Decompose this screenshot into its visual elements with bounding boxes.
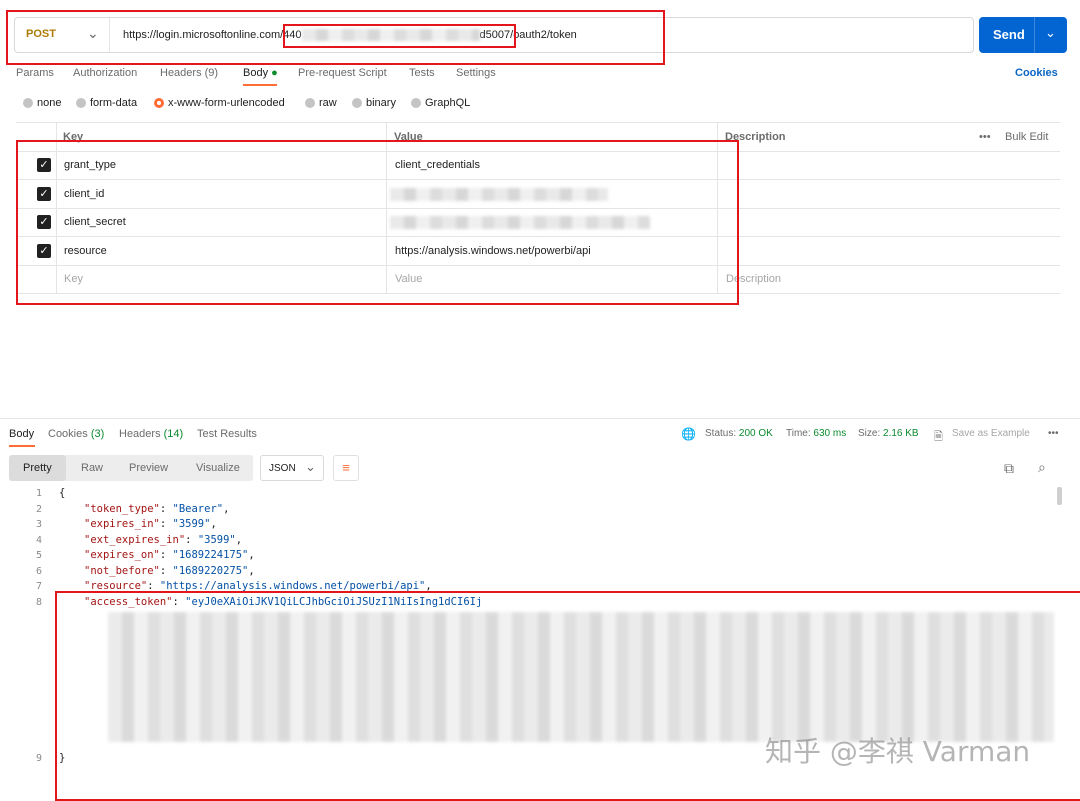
radio-raw-label: raw <box>319 97 337 109</box>
save-as-example-button[interactable]: Save as Example <box>952 428 1030 439</box>
line-number: 3 <box>35 519 42 530</box>
code-line: "ext_expires_in": "3599", <box>84 534 243 546</box>
radio-none-label: none <box>37 97 62 109</box>
time-label: Time: <box>786 428 811 439</box>
tab-headers[interactable]: Headers (9) <box>160 67 218 79</box>
format-select[interactable]: JSON ⌄ <box>260 455 324 481</box>
format-label: JSON <box>269 463 296 474</box>
code-line: "not_before": "1689220275", <box>84 565 255 577</box>
active-tab-indicator <box>9 445 35 447</box>
tab-settings[interactable]: Settings <box>456 67 496 79</box>
send-divider <box>1034 17 1035 53</box>
send-label: Send <box>993 27 1025 42</box>
response-tab-cookies[interactable]: Cookies (3) <box>48 428 104 440</box>
response-tab-headers-count: (14) <box>163 428 184 440</box>
radio-graphql-label: GraphQL <box>425 97 471 109</box>
response-tab-headers[interactable]: Headers (14) <box>119 428 183 440</box>
status-readout: Status: 200 OK <box>705 428 773 439</box>
code-line: { <box>59 487 66 499</box>
json-key: "ext_expires_in" <box>84 534 186 546</box>
copy-icon[interactable]: ⧉ <box>1004 460 1014 477</box>
json-key: "expires_in" <box>84 518 160 530</box>
status-label: Status: <box>705 428 737 439</box>
code-line: "expires_in": "3599", <box>84 518 217 530</box>
code-line: "expires_on": "1689224175", <box>84 549 255 561</box>
cookies-link[interactable]: Cookies <box>1015 67 1058 79</box>
radio-binary[interactable] <box>352 98 362 108</box>
watermark: 知乎 @李祺 Varman <box>765 735 1031 768</box>
tab-params[interactable]: Params <box>16 67 54 79</box>
radio-form-data[interactable] <box>76 98 86 108</box>
json-value: "1689224175" <box>172 549 249 561</box>
size-label: Size: <box>858 428 881 439</box>
line-number: 8 <box>35 597 42 608</box>
radio-none[interactable] <box>23 98 33 108</box>
line-number: 4 <box>35 535 42 546</box>
json-key: "expires_on" <box>84 549 160 561</box>
more-icon[interactable]: ••• <box>1048 428 1059 439</box>
response-tab-headers-label: Headers <box>119 428 161 440</box>
view-preview[interactable]: Preview <box>129 462 168 474</box>
view-visualize[interactable]: Visualize <box>196 462 240 474</box>
send-button[interactable]: Send ⌄ <box>979 17 1067 53</box>
line-number: 2 <box>35 504 42 515</box>
chevron-down-icon[interactable]: ⌄ <box>1045 25 1056 41</box>
line-number: 1 <box>35 488 42 499</box>
status-value: 200 OK <box>738 428 773 439</box>
radio-urlencoded[interactable] <box>154 98 164 108</box>
view-pretty[interactable]: Pretty <box>23 462 52 474</box>
radio-raw[interactable] <box>305 98 315 108</box>
response-tab-cookies-label: Cookies <box>48 428 88 440</box>
json-value: "3599" <box>197 534 236 546</box>
json-key: "not_before" <box>84 565 160 577</box>
tab-authorization[interactable]: Authorization <box>73 67 137 79</box>
tab-body-label: Body <box>243 67 269 79</box>
line-number: 6 <box>35 566 42 577</box>
response-tab-test-results[interactable]: Test Results <box>197 428 257 440</box>
bulk-edit-link[interactable]: Bulk Edit <box>1005 131 1048 143</box>
radio-graphql[interactable] <box>411 98 421 108</box>
more-icon[interactable]: ••• <box>979 131 991 143</box>
size-readout: Size: 2.16 KB <box>858 428 919 439</box>
tab-tests[interactable]: Tests <box>409 67 435 79</box>
scrollbar[interactable] <box>1057 487 1062 505</box>
pane-divider[interactable] <box>0 418 1080 419</box>
tab-body[interactable]: Body ● <box>243 67 278 79</box>
globe-icon[interactable]: 🌐 <box>681 427 696 441</box>
radio-form-data-label: form-data <box>90 97 138 109</box>
active-tab-indicator <box>243 84 277 86</box>
radio-binary-label: binary <box>366 97 396 109</box>
json-value: "3599" <box>172 518 211 530</box>
line-number: 5 <box>35 550 42 561</box>
active-dot-icon: ● <box>271 67 278 79</box>
json-value: "1689220275" <box>172 565 249 577</box>
json-value: "Bearer" <box>172 503 224 515</box>
response-tab-cookies-count: (3) <box>90 428 105 440</box>
size-value: 2.16 KB <box>883 428 919 439</box>
highlight-box <box>16 140 739 305</box>
line-number: 9 <box>35 753 42 764</box>
json-key: "token_type" <box>84 503 160 515</box>
chevron-down-icon: ⌄ <box>305 459 316 474</box>
save-icon: 🗎 <box>934 431 943 443</box>
search-icon[interactable]: ⌕ <box>1038 459 1046 476</box>
view-mode-selector: Pretty Raw Preview Visualize <box>9 455 253 481</box>
line-number: 7 <box>35 581 42 592</box>
radio-urlencoded-label: x-www-form-urlencoded <box>168 97 285 109</box>
time-readout: Time: 630 ms <box>786 428 846 439</box>
view-raw[interactable]: Raw <box>81 462 103 474</box>
code-line: "token_type": "Bearer", <box>84 503 230 515</box>
response-tab-body[interactable]: Body <box>9 428 34 440</box>
time-value: 630 ms <box>813 428 847 439</box>
highlight-box <box>283 24 516 48</box>
tab-pre-request-script[interactable]: Pre-request Script <box>298 67 387 79</box>
wrap-lines-icon[interactable]: ≡ <box>333 455 359 481</box>
